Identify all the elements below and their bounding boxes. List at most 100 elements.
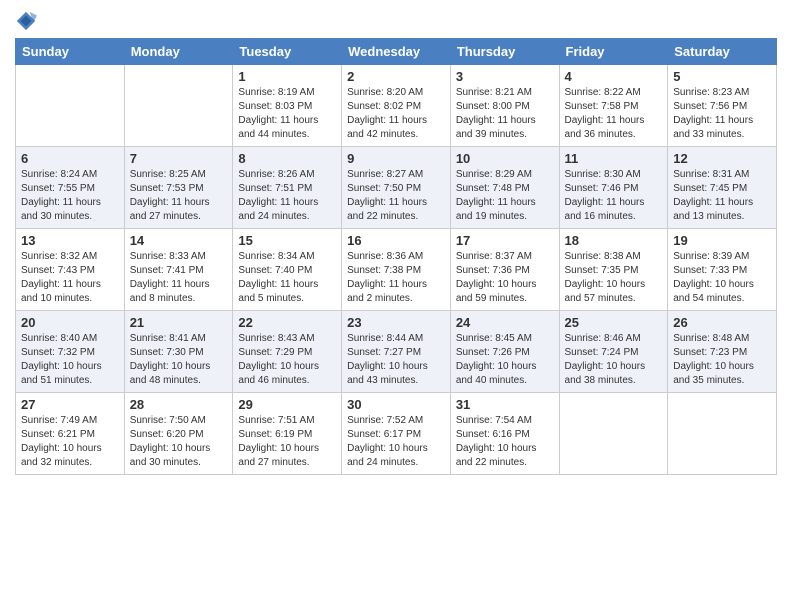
date-number: 18: [565, 233, 663, 248]
calendar-cell: 7 Sunrise: 8:25 AM Sunset: 7:53 PM Daylig…: [124, 147, 233, 229]
logo: [15, 10, 41, 32]
cell-info: Sunrise: 8:37 AM Sunset: 7:36 PM Dayligh…: [456, 250, 554, 306]
cell-info: Sunrise: 8:20 AM Sunset: 8:02 PM Dayligh…: [347, 86, 445, 142]
calendar-cell: 9 Sunrise: 8:27 AM Sunset: 7:50 PM Daylig…: [342, 147, 451, 229]
date-number: 30: [347, 397, 445, 412]
calendar-cell: 26 Sunrise: 8:48 AM Sunset: 7:23 PM Dayli…: [668, 311, 777, 393]
week-row-4: 20 Sunrise: 8:40 AM Sunset: 7:32 PM Dayli…: [16, 311, 777, 393]
date-number: 12: [673, 151, 771, 166]
date-number: 27: [21, 397, 119, 412]
date-number: 11: [565, 151, 663, 166]
calendar-table: SundayMondayTuesdayWednesdayThursdayFrid…: [15, 38, 777, 475]
calendar-cell: 3 Sunrise: 8:21 AM Sunset: 8:00 PM Daylig…: [450, 65, 559, 147]
date-number: 15: [238, 233, 336, 248]
day-header-sunday: Sunday: [16, 39, 125, 65]
date-number: 29: [238, 397, 336, 412]
cell-info: Sunrise: 8:21 AM Sunset: 8:00 PM Dayligh…: [456, 86, 554, 142]
cell-info: Sunrise: 8:40 AM Sunset: 7:32 PM Dayligh…: [21, 332, 119, 388]
cell-info: Sunrise: 7:54 AM Sunset: 6:16 PM Dayligh…: [456, 414, 554, 470]
date-number: 31: [456, 397, 554, 412]
cell-info: Sunrise: 8:44 AM Sunset: 7:27 PM Dayligh…: [347, 332, 445, 388]
cell-info: Sunrise: 7:50 AM Sunset: 6:20 PM Dayligh…: [130, 414, 228, 470]
date-number: 25: [565, 315, 663, 330]
calendar-cell: 21 Sunrise: 8:41 AM Sunset: 7:30 PM Dayli…: [124, 311, 233, 393]
day-header-wednesday: Wednesday: [342, 39, 451, 65]
day-header-saturday: Saturday: [668, 39, 777, 65]
calendar-cell: [668, 393, 777, 475]
cell-info: Sunrise: 8:39 AM Sunset: 7:33 PM Dayligh…: [673, 250, 771, 306]
logo-icon: [15, 10, 37, 32]
calendar-cell: 15 Sunrise: 8:34 AM Sunset: 7:40 PM Dayli…: [233, 229, 342, 311]
date-number: 21: [130, 315, 228, 330]
date-number: 22: [238, 315, 336, 330]
cell-info: Sunrise: 7:52 AM Sunset: 6:17 PM Dayligh…: [347, 414, 445, 470]
week-row-2: 6 Sunrise: 8:24 AM Sunset: 7:55 PM Daylig…: [16, 147, 777, 229]
day-header-row: SundayMondayTuesdayWednesdayThursdayFrid…: [16, 39, 777, 65]
calendar-cell: 19 Sunrise: 8:39 AM Sunset: 7:33 PM Dayli…: [668, 229, 777, 311]
week-row-3: 13 Sunrise: 8:32 AM Sunset: 7:43 PM Dayli…: [16, 229, 777, 311]
cell-info: Sunrise: 8:45 AM Sunset: 7:26 PM Dayligh…: [456, 332, 554, 388]
calendar-cell: [124, 65, 233, 147]
calendar-cell: 12 Sunrise: 8:31 AM Sunset: 7:45 PM Dayli…: [668, 147, 777, 229]
cell-info: Sunrise: 7:49 AM Sunset: 6:21 PM Dayligh…: [21, 414, 119, 470]
calendar-cell: 11 Sunrise: 8:30 AM Sunset: 7:46 PM Dayli…: [559, 147, 668, 229]
cell-info: Sunrise: 8:25 AM Sunset: 7:53 PM Dayligh…: [130, 168, 228, 224]
cell-info: Sunrise: 7:51 AM Sunset: 6:19 PM Dayligh…: [238, 414, 336, 470]
calendar-cell: 1 Sunrise: 8:19 AM Sunset: 8:03 PM Daylig…: [233, 65, 342, 147]
cell-info: Sunrise: 8:38 AM Sunset: 7:35 PM Dayligh…: [565, 250, 663, 306]
day-header-friday: Friday: [559, 39, 668, 65]
date-number: 26: [673, 315, 771, 330]
calendar-cell: [559, 393, 668, 475]
cell-info: Sunrise: 8:30 AM Sunset: 7:46 PM Dayligh…: [565, 168, 663, 224]
date-number: 13: [21, 233, 119, 248]
cell-info: Sunrise: 8:33 AM Sunset: 7:41 PM Dayligh…: [130, 250, 228, 306]
cell-info: Sunrise: 8:41 AM Sunset: 7:30 PM Dayligh…: [130, 332, 228, 388]
cell-info: Sunrise: 8:29 AM Sunset: 7:48 PM Dayligh…: [456, 168, 554, 224]
calendar-cell: 10Sunrise: 8:29 AM Sunset: 7:48 PM Dayli…: [450, 147, 559, 229]
cell-info: Sunrise: 8:34 AM Sunset: 7:40 PM Dayligh…: [238, 250, 336, 306]
date-number: 1: [238, 69, 336, 84]
calendar-cell: 6 Sunrise: 8:24 AM Sunset: 7:55 PM Daylig…: [16, 147, 125, 229]
cell-info: Sunrise: 8:31 AM Sunset: 7:45 PM Dayligh…: [673, 168, 771, 224]
date-number: 24: [456, 315, 554, 330]
cell-info: Sunrise: 8:22 AM Sunset: 7:58 PM Dayligh…: [565, 86, 663, 142]
date-number: 19: [673, 233, 771, 248]
date-number: 14: [130, 233, 228, 248]
cell-info: Sunrise: 8:23 AM Sunset: 7:56 PM Dayligh…: [673, 86, 771, 142]
week-row-1: 1 Sunrise: 8:19 AM Sunset: 8:03 PM Daylig…: [16, 65, 777, 147]
page-header: [15, 10, 777, 32]
calendar-cell: 5 Sunrise: 8:23 AM Sunset: 7:56 PM Daylig…: [668, 65, 777, 147]
date-number: 16: [347, 233, 445, 248]
cell-info: Sunrise: 8:46 AM Sunset: 7:24 PM Dayligh…: [565, 332, 663, 388]
date-number: 23: [347, 315, 445, 330]
week-row-5: 27 Sunrise: 7:49 AM Sunset: 6:21 PM Dayli…: [16, 393, 777, 475]
calendar-cell: 4Sunrise: 8:22 AM Sunset: 7:58 PM Daylig…: [559, 65, 668, 147]
cell-info: Sunrise: 8:36 AM Sunset: 7:38 PM Dayligh…: [347, 250, 445, 306]
date-number: 5: [673, 69, 771, 84]
calendar-cell: 27 Sunrise: 7:49 AM Sunset: 6:21 PM Dayli…: [16, 393, 125, 475]
day-header-tuesday: Tuesday: [233, 39, 342, 65]
calendar-cell: 20 Sunrise: 8:40 AM Sunset: 7:32 PM Dayli…: [16, 311, 125, 393]
cell-info: Sunrise: 8:19 AM Sunset: 8:03 PM Dayligh…: [238, 86, 336, 142]
cell-info: Sunrise: 8:27 AM Sunset: 7:50 PM Dayligh…: [347, 168, 445, 224]
calendar-cell: 24 Sunrise: 8:45 AM Sunset: 7:26 PM Dayli…: [450, 311, 559, 393]
cell-info: Sunrise: 8:32 AM Sunset: 7:43 PM Dayligh…: [21, 250, 119, 306]
date-number: 3: [456, 69, 554, 84]
cell-info: Sunrise: 8:48 AM Sunset: 7:23 PM Dayligh…: [673, 332, 771, 388]
date-number: 6: [21, 151, 119, 166]
cell-info: Sunrise: 8:43 AM Sunset: 7:29 PM Dayligh…: [238, 332, 336, 388]
calendar-cell: 17Sunrise: 8:37 AM Sunset: 7:36 PM Dayli…: [450, 229, 559, 311]
date-number: 20: [21, 315, 119, 330]
date-number: 7: [130, 151, 228, 166]
cell-info: Sunrise: 8:24 AM Sunset: 7:55 PM Dayligh…: [21, 168, 119, 224]
date-number: 9: [347, 151, 445, 166]
calendar-cell: 22 Sunrise: 8:43 AM Sunset: 7:29 PM Dayli…: [233, 311, 342, 393]
calendar-cell: 23 Sunrise: 8:44 AM Sunset: 7:27 PM Dayli…: [342, 311, 451, 393]
calendar-cell: 16 Sunrise: 8:36 AM Sunset: 7:38 PM Dayli…: [342, 229, 451, 311]
date-number: 8: [238, 151, 336, 166]
calendar-cell: 28 Sunrise: 7:50 AM Sunset: 6:20 PM Dayli…: [124, 393, 233, 475]
calendar-cell: 29 Sunrise: 7:51 AM Sunset: 6:19 PM Dayli…: [233, 393, 342, 475]
calendar-cell: [16, 65, 125, 147]
date-number: 28: [130, 397, 228, 412]
date-number: 2: [347, 69, 445, 84]
